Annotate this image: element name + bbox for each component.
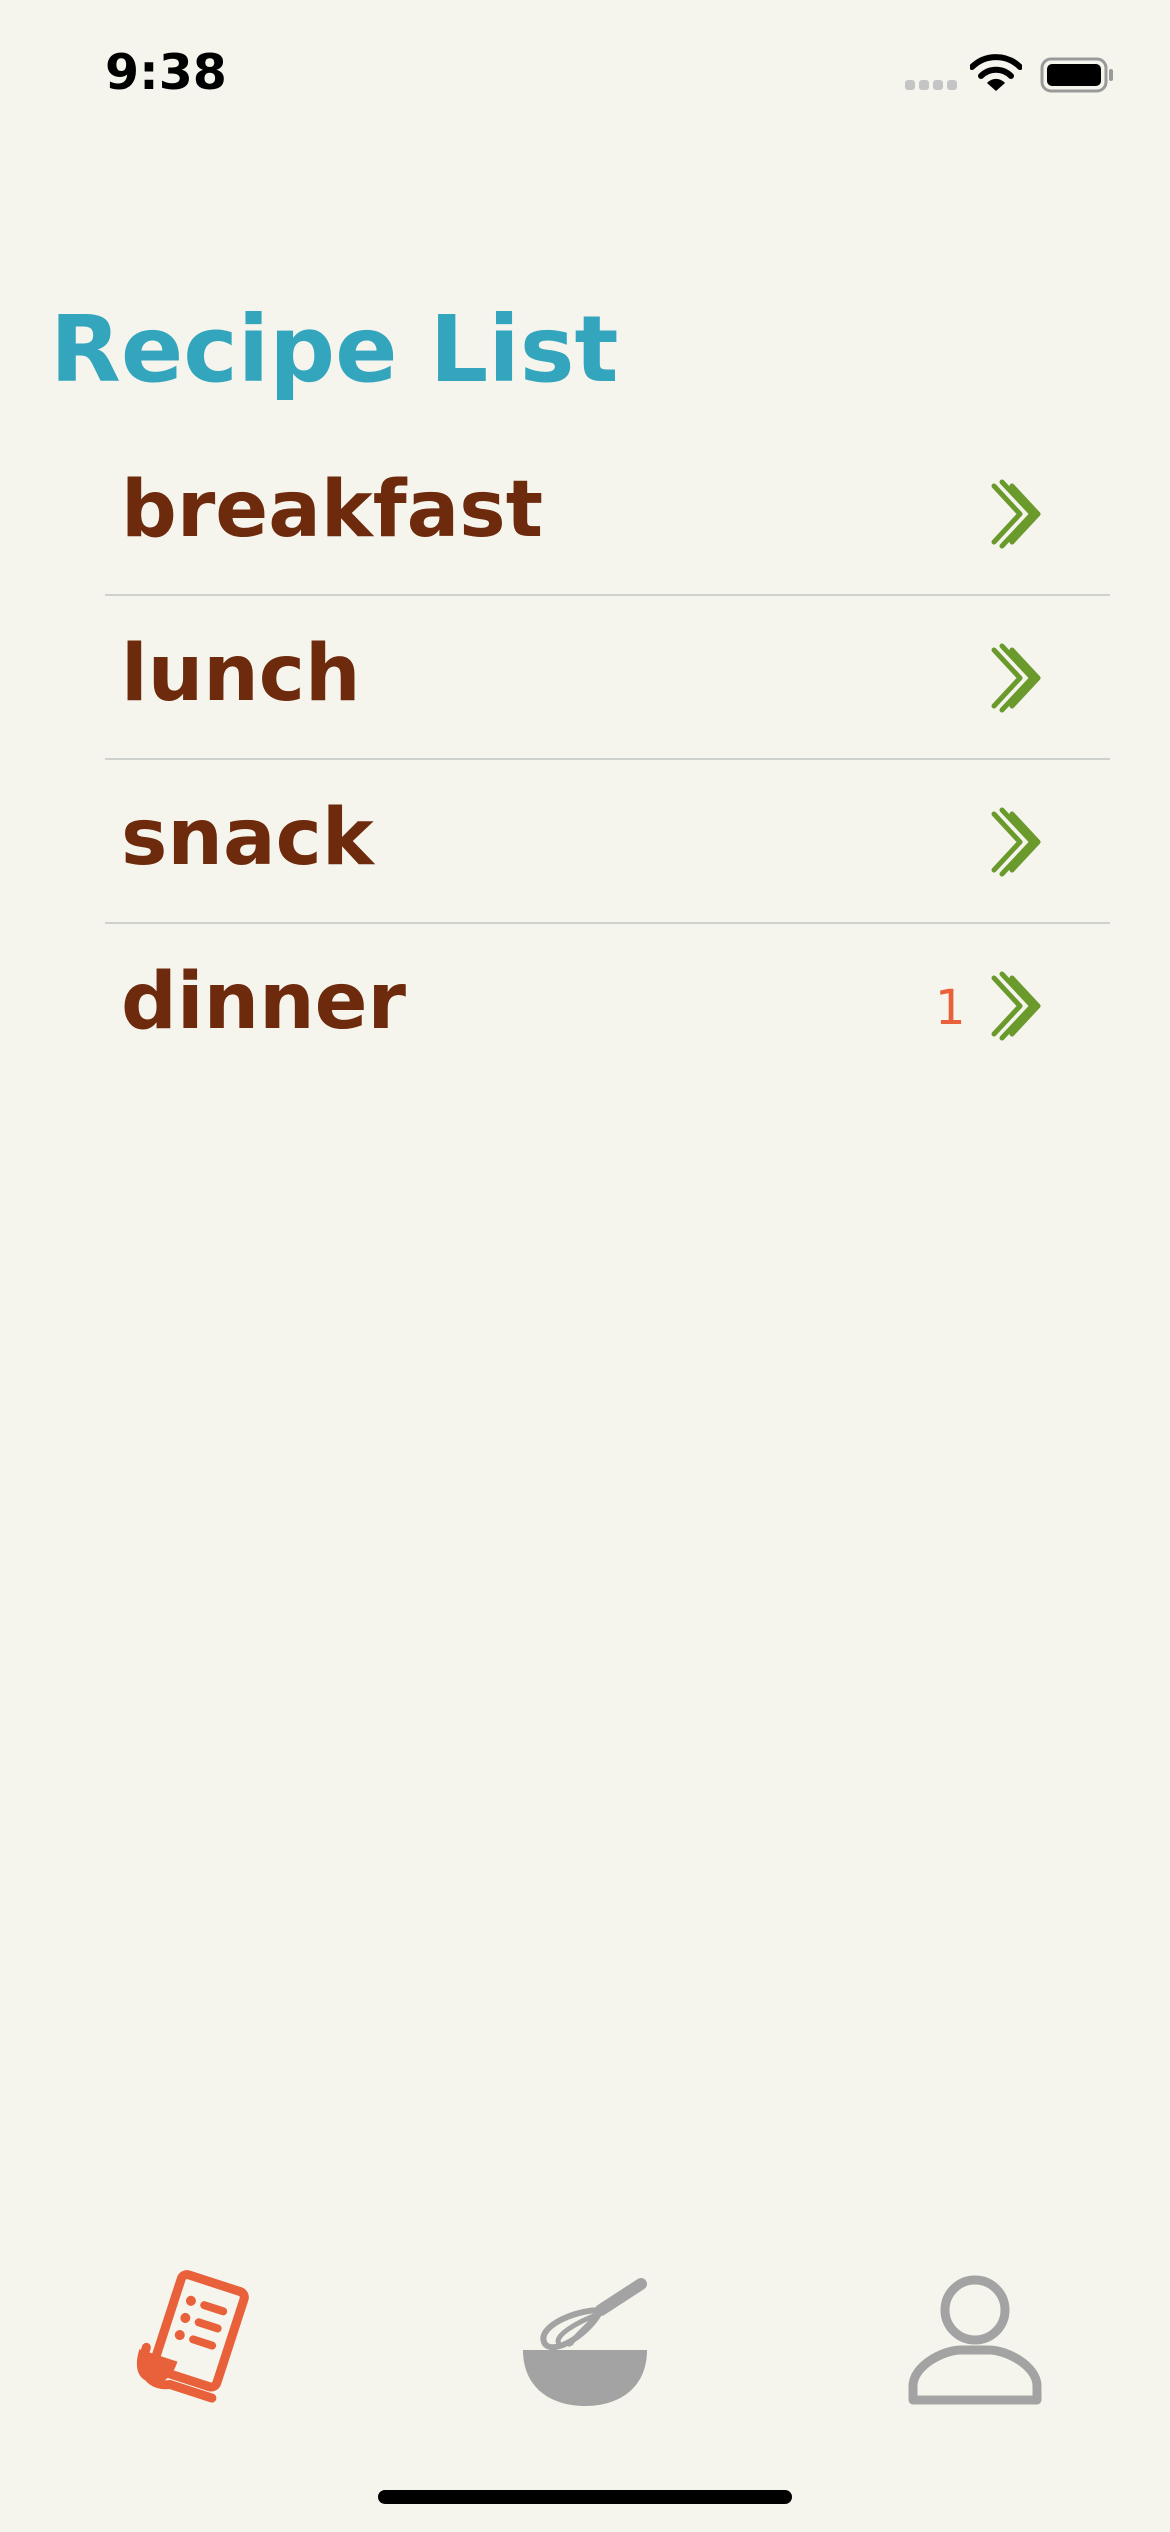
recipe-list-icon (136, 2270, 249, 2403)
status-bar: 9:38 (0, 0, 1170, 150)
double-chevron-right-icon (991, 807, 1041, 877)
list-item-snack[interactable]: snack (105, 760, 1110, 924)
list-item-label: lunch (121, 629, 361, 719)
list-item-breakfast[interactable]: breakfast (105, 432, 1110, 596)
double-chevron-right-icon (991, 479, 1041, 549)
double-chevron-right-icon (991, 643, 1041, 713)
list-item-dinner[interactable]: dinner 1 (105, 924, 1110, 1088)
tab-profile[interactable] (905, 2270, 1045, 2410)
count-badge: 1 (935, 980, 966, 1036)
battery-icon (1040, 57, 1113, 93)
home-indicator[interactable] (378, 2490, 792, 2504)
wifi-icon (970, 54, 1022, 91)
double-chevron-right-icon (991, 971, 1041, 1041)
list-item-label: breakfast (121, 465, 543, 555)
list-item-label: dinner (121, 957, 406, 1047)
tab-bar (0, 2250, 1170, 2450)
list-item-lunch[interactable]: lunch (105, 596, 1110, 760)
list-item-label: snack (121, 793, 374, 883)
profile-icon (908, 2275, 1042, 2405)
tab-recipe-list[interactable] (125, 2270, 265, 2410)
tab-cook[interactable] (515, 2270, 655, 2410)
recipe-list: breakfast lunch snack dinner 1 (105, 432, 1110, 1088)
status-time: 9:38 (105, 44, 227, 101)
whisk-bowl-icon (523, 2278, 647, 2406)
page-title: Recipe List (50, 296, 619, 403)
signal-icon (905, 80, 957, 90)
